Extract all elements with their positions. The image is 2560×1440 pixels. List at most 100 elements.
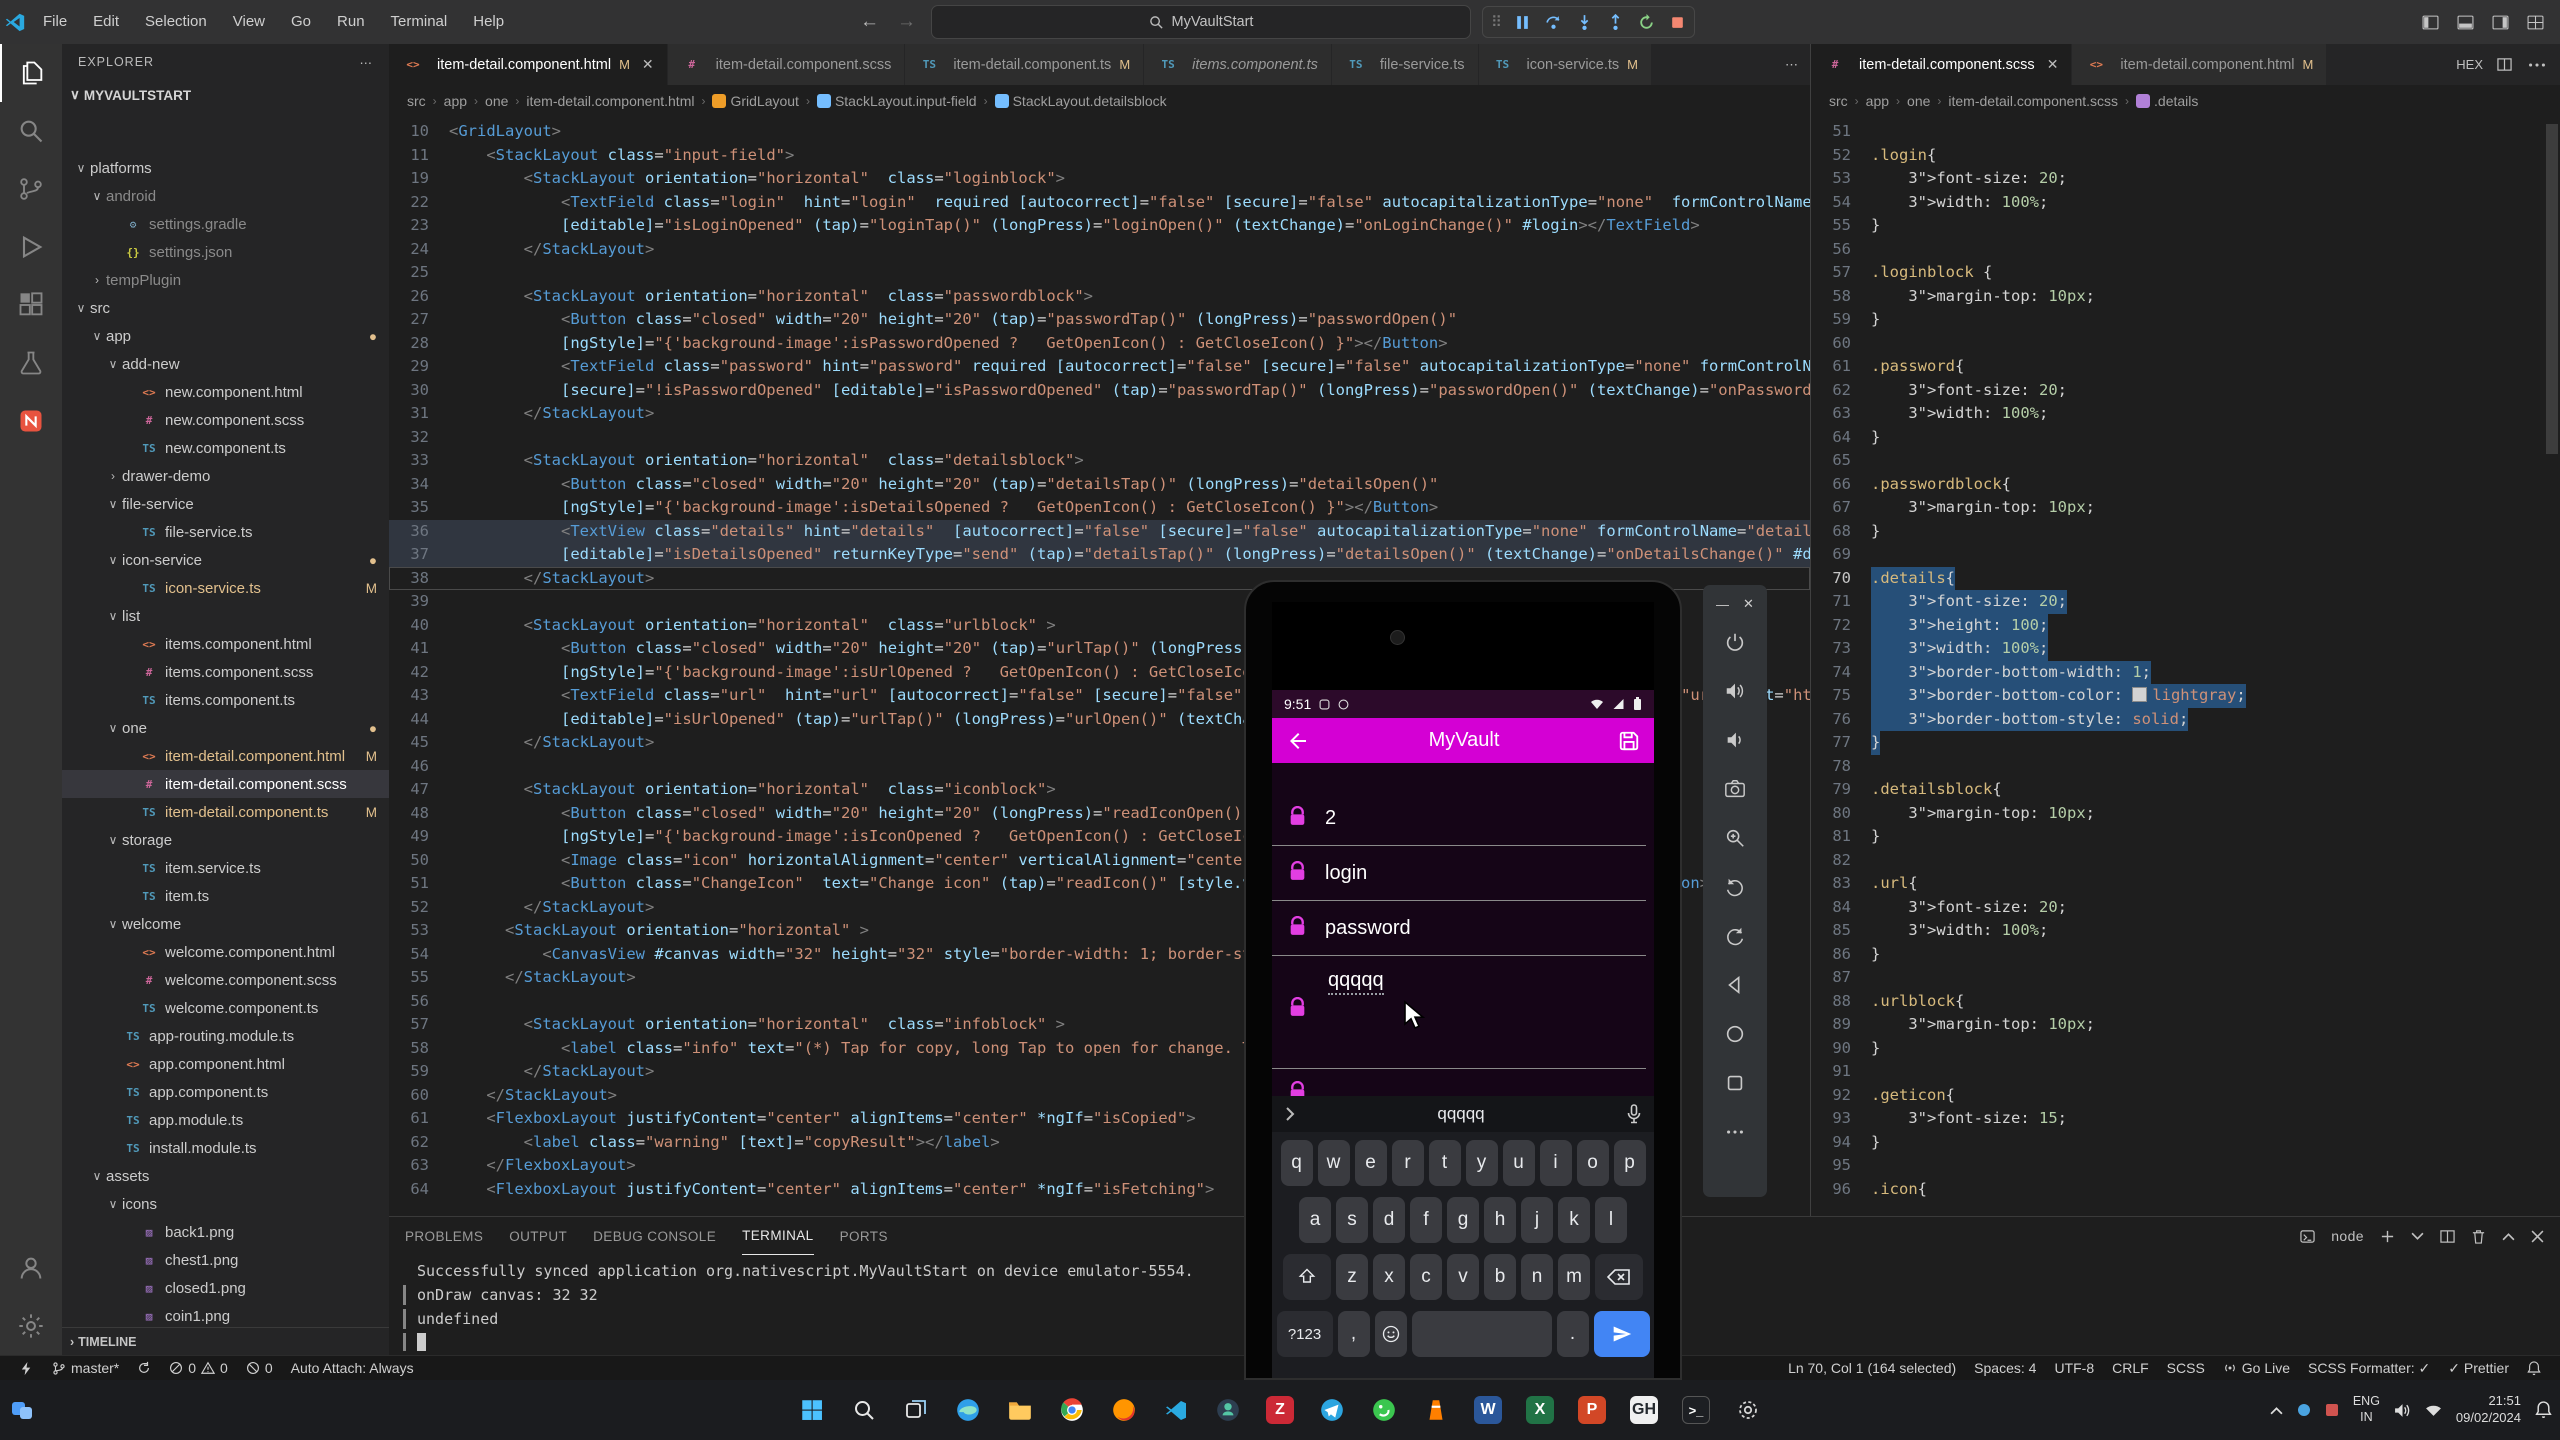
key-g[interactable]: g xyxy=(1447,1197,1479,1243)
customize-layout-icon[interactable] xyxy=(2527,14,2544,31)
language-indicator[interactable]: ENG IN xyxy=(2353,1394,2380,1425)
taskbar-word-icon[interactable]: W xyxy=(1467,1389,1509,1431)
menu-selection[interactable]: Selection xyxy=(132,0,220,44)
tabbar-action-⋯[interactable]: ⋯ xyxy=(1785,57,1798,73)
tree-item[interactable]: ∨ app ● xyxy=(62,322,389,350)
back-arrow-icon[interactable]: ← xyxy=(860,11,879,33)
breadcrumb-item[interactable]: item-detail.component.scss xyxy=(1948,93,2118,109)
tree-item[interactable]: ⚙ settings.gradle xyxy=(62,210,389,238)
taskbar-start-icon[interactable] xyxy=(791,1389,833,1431)
back-arrow-icon[interactable] xyxy=(1286,729,1310,753)
tree-item[interactable]: <> welcome.component.html xyxy=(62,938,389,966)
taskbar-search-icon[interactable] xyxy=(843,1389,885,1431)
tree-item[interactable]: › drawer-demo xyxy=(62,462,389,490)
forward-arrow-icon[interactable]: → xyxy=(897,11,916,33)
activitybar-testing[interactable] xyxy=(0,334,62,392)
tree-item[interactable]: ▨ chest1.png xyxy=(62,1246,389,1274)
menu-view[interactable]: View xyxy=(220,0,278,44)
key-e[interactable]: e xyxy=(1354,1140,1387,1186)
close-icon[interactable] xyxy=(2531,1230,2544,1243)
suggestion-text[interactable]: qqqqq xyxy=(1308,1104,1614,1124)
key-k[interactable]: k xyxy=(1558,1197,1590,1243)
key-d[interactable]: d xyxy=(1373,1197,1405,1243)
statusbar-item-sync[interactable] xyxy=(128,1356,160,1380)
tree-item[interactable]: TS app.module.ts xyxy=(62,1106,389,1134)
debug-step-out-icon[interactable] xyxy=(1607,13,1624,31)
tree-item[interactable]: # new.component.scss xyxy=(62,406,389,434)
tree-item[interactable]: ∨ list xyxy=(62,602,389,630)
tree-item[interactable]: <> app.component.html xyxy=(62,1050,389,1078)
menu-edit[interactable]: Edit xyxy=(80,0,132,44)
chevron-down-icon[interactable] xyxy=(2411,1232,2424,1241)
key-f[interactable]: f xyxy=(1410,1197,1442,1243)
key-v[interactable]: v xyxy=(1447,1254,1479,1300)
key-y[interactable]: y xyxy=(1465,1140,1498,1186)
editor-tab[interactable]: # item-detail.component.scss ✕ xyxy=(1811,44,2073,85)
explorer-actions-icon[interactable]: ⋯ xyxy=(360,55,374,70)
panel-tab-ports[interactable]: PORTS xyxy=(840,1229,888,1244)
statusbar-item[interactable]: SCSS Formatter: ✓ xyxy=(2299,1356,2439,1380)
key-b[interactable]: b xyxy=(1484,1254,1516,1300)
taskbar-excel-icon[interactable]: X xyxy=(1519,1389,1561,1431)
terminal-sh-icon[interactable] xyxy=(2300,1229,2315,1244)
toggle-panel-icon[interactable] xyxy=(2457,14,2474,31)
tree-item[interactable]: {} settings.json xyxy=(62,238,389,266)
space-key[interactable] xyxy=(1411,1311,1552,1357)
more-icon[interactable] xyxy=(2526,54,2548,76)
taskbar-vlc-icon[interactable] xyxy=(1415,1389,1457,1431)
taskbar-chrome-icon[interactable] xyxy=(1051,1389,1093,1431)
panel-tab-terminal[interactable]: TERMINAL xyxy=(742,1218,814,1255)
emulator-close-icon[interactable]: ✕ xyxy=(1743,596,1754,612)
tree-item[interactable]: TS app.component.ts xyxy=(62,1078,389,1106)
taskbar-terminal-icon[interactable]: >_ xyxy=(1675,1389,1717,1431)
emulator-back-button[interactable] xyxy=(1715,960,1755,1009)
tree-item[interactable]: ∨ welcome xyxy=(62,910,389,938)
split-icon[interactable] xyxy=(2497,57,2512,72)
debug-pause-icon[interactable] xyxy=(1514,14,1531,31)
breadcrumb-item[interactable]: src xyxy=(1829,93,1848,109)
editor-tab[interactable]: <> item-detail.component.html M xyxy=(2072,44,2328,85)
tree-item[interactable]: # welcome.component.scss xyxy=(62,966,389,994)
breadcrumb[interactable]: src › app › one › item-detail.component.html › G… xyxy=(389,85,1810,117)
clock[interactable]: 21:51 09/02/2024 xyxy=(2456,1393,2521,1427)
tree-item[interactable]: # item-detail.component.scss xyxy=(62,770,389,798)
tree-item[interactable]: ▨ closed1.png xyxy=(62,1274,389,1302)
key-q[interactable]: q xyxy=(1280,1140,1313,1186)
menu-go[interactable]: Go xyxy=(278,0,324,44)
editor-tab[interactable]: TS item-detail.component.ts M xyxy=(905,44,1145,85)
taskbar-zotero-icon[interactable]: Z xyxy=(1259,1389,1301,1431)
statusbar-item[interactable]: Auto Attach: Always xyxy=(282,1356,423,1380)
statusbar-item-bell[interactable] xyxy=(2518,1356,2550,1380)
close-icon[interactable]: ✕ xyxy=(642,56,654,73)
vault-field-row[interactable]: login xyxy=(1272,846,1646,901)
vault-field-row[interactable]: 2 xyxy=(1272,791,1646,846)
tree-item[interactable]: TS file-service.ts xyxy=(62,518,389,546)
tree-item[interactable]: <> new.component.html xyxy=(62,378,389,406)
emulator-more-button[interactable] xyxy=(1715,1107,1755,1156)
key-m[interactable]: m xyxy=(1558,1254,1590,1300)
taskbar-vscode-icon[interactable] xyxy=(1155,1389,1197,1431)
tree-item[interactable]: ∨ platforms xyxy=(62,154,389,182)
emulator-rotate-right-button[interactable] xyxy=(1715,911,1755,960)
emulator-power-button[interactable] xyxy=(1715,617,1755,666)
panel-tab-output[interactable]: OUTPUT xyxy=(509,1229,567,1244)
taskbar-edge-icon[interactable] xyxy=(947,1389,989,1431)
debug-step-into-icon[interactable] xyxy=(1576,14,1593,31)
key-r[interactable]: r xyxy=(1391,1140,1424,1186)
emulator-volume-down-button[interactable] xyxy=(1715,715,1755,764)
taskbar-whatsapp-icon[interactable] xyxy=(1363,1389,1405,1431)
debug-step-over-icon[interactable] xyxy=(1545,14,1562,31)
tabbar-action-hex[interactable]: HEX xyxy=(2456,57,2483,72)
tree-item[interactable]: TS item.service.ts xyxy=(62,854,389,882)
breadcrumb-item[interactable]: one xyxy=(1907,93,1930,109)
backspace-key-icon[interactable] xyxy=(1595,1254,1643,1300)
scrollbar[interactable] xyxy=(2546,124,2558,454)
taskbar-android-studio-icon[interactable] xyxy=(1207,1389,1249,1431)
tree-item[interactable]: <> item-detail.component.html M xyxy=(62,742,389,770)
activitybar-settings[interactable] xyxy=(0,1297,62,1355)
expand-chevron-icon[interactable] xyxy=(1272,1107,1308,1121)
activitybar-run-debug[interactable] xyxy=(0,218,62,276)
key-u[interactable]: u xyxy=(1502,1140,1535,1186)
tree-item[interactable]: <> items.component.html xyxy=(62,630,389,658)
tree-item[interactable]: ∨ file-service xyxy=(62,490,389,518)
